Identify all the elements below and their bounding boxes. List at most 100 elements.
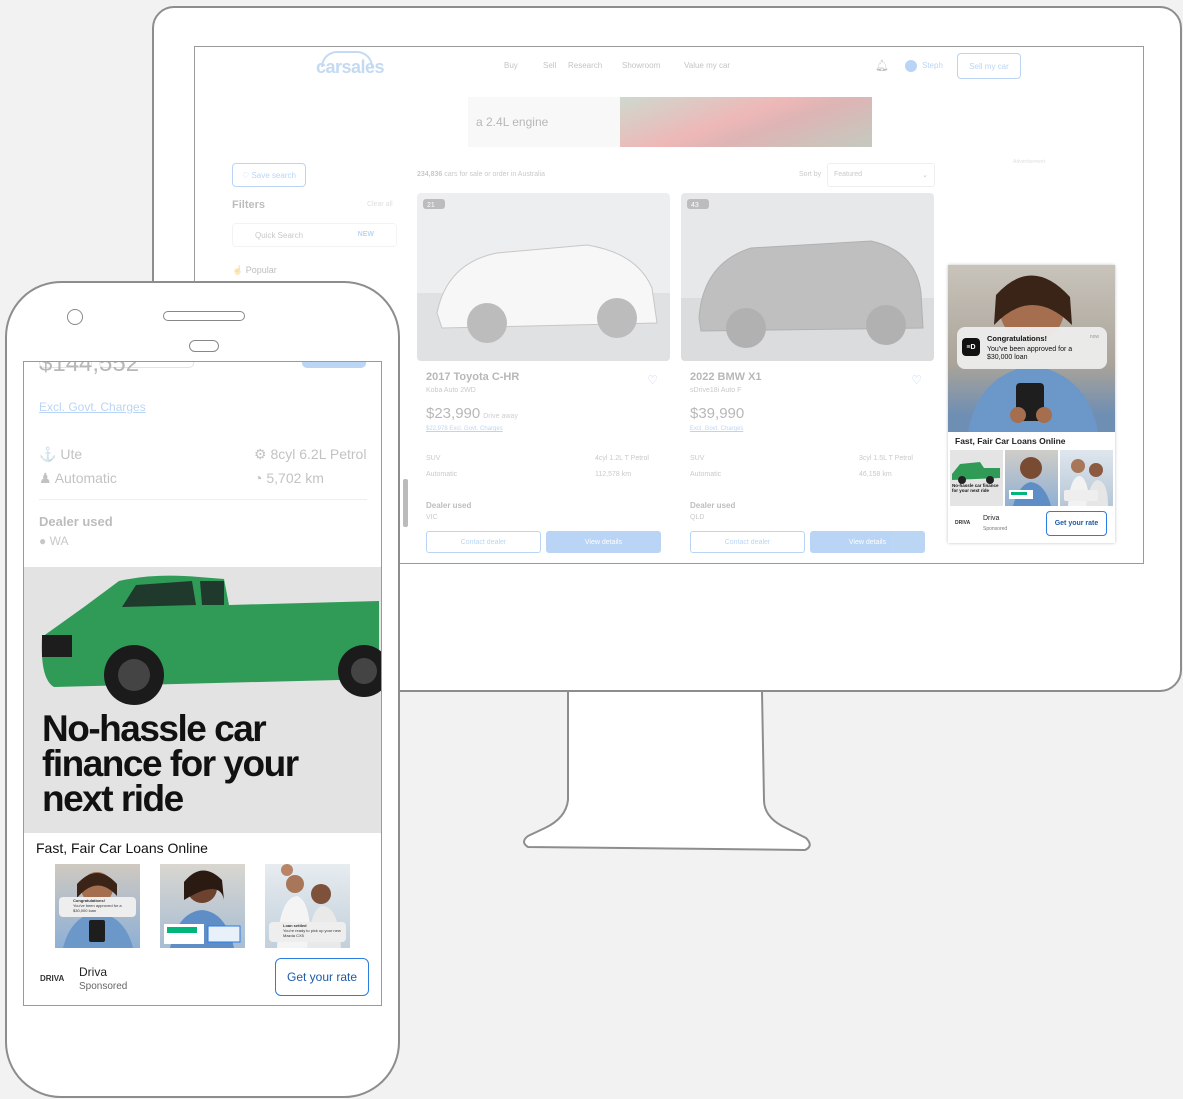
listing-subtitle: sDrive18i Auto F (690, 387, 742, 394)
user-name[interactable]: Steph (922, 61, 943, 70)
popular-filter-heading[interactable]: ☝ Popular (232, 265, 277, 276)
listing-title[interactable]: 2017 Toyota C-HR (426, 371, 519, 383)
nav-sell[interactable]: Sell (543, 61, 556, 70)
spec-transmission: ♟ Automatic (39, 470, 117, 487)
sell-my-car-button[interactable]: Sell my car (957, 53, 1021, 79)
listing-photo[interactable]: 43 (681, 193, 934, 361)
sensor (189, 340, 219, 352)
nav-value-my-car[interactable]: Value my car (684, 61, 730, 70)
sort-select[interactable]: Featured ⌄ (827, 163, 935, 187)
ad-thumb-family[interactable] (1060, 450, 1113, 506)
mini-notification: Congratulations! You've been approved for… (59, 897, 136, 917)
price-note: Drive away (483, 413, 518, 420)
spec-odometer-value: 5,702 km (266, 470, 324, 486)
spec-transmission: Automatic (690, 471, 722, 478)
mobile-listing-details: $144,552 Excl. Govt. Charges ⚓ Ute ⚙ 8cy… (24, 362, 381, 567)
save-search-label: Save search (251, 170, 296, 180)
notif-body: You've been approved for a $30,000 loan (987, 346, 1073, 362)
listing-price: $39,990 (690, 405, 744, 422)
speaker-grille (163, 311, 245, 321)
avatar[interactable] (905, 60, 917, 72)
spec-transmission-value: Automatic (54, 470, 117, 486)
listing-card[interactable]: 21 2017 Toyota C-HR ♡ Koba Auto 2WD $23,… (417, 193, 670, 563)
bell-icon[interactable]: 🔔︎ (875, 59, 889, 72)
listing-photo[interactable]: 21 (417, 193, 670, 361)
ad-title[interactable]: Fast, Fair Car Loans Online (36, 840, 208, 856)
driva-logo: DRIVA (40, 974, 65, 983)
sort-value: Featured (834, 171, 863, 178)
ad-thumb-car[interactable]: No-hassle car finance for your next ride (950, 450, 1003, 506)
spec-engine: ⚙ 8cyl 6.2L Petrol (254, 446, 366, 463)
approval-notification: ≡D Congratulations! now You've been appr… (957, 327, 1107, 369)
gearbox-icon: ♟ (39, 470, 52, 486)
spec-engine: 4cyl 1.2L T Petrol (595, 455, 649, 462)
save-search-button[interactable]: ♡ Save search (232, 163, 306, 187)
heart-icon[interactable]: ♡ (911, 373, 922, 387)
mobile-screen: $144,552 Excl. Govt. Charges ⚓ Ute ⚙ 8cy… (23, 361, 382, 1006)
sort-label: Sort by (799, 171, 822, 178)
results-number: 234,836 (417, 171, 443, 178)
spec-engine: 3cyl 1.5L T Petrol (859, 455, 913, 462)
excl-charges-link[interactable]: Excl. Govt. Charges (39, 400, 146, 414)
excl-charges-link[interactable]: Excl. Govt. Charges (690, 426, 743, 432)
contact-dealer-button[interactable]: Contact dealer (426, 531, 541, 553)
ad-thumb-reviews[interactable] (160, 864, 245, 948)
listing-title[interactable]: 2022 BMW X1 (690, 371, 762, 383)
carsales-logo[interactable]: carsales (316, 57, 385, 78)
quick-search-input[interactable]: Quick Search NEW (232, 223, 397, 247)
excl-charges-link[interactable]: $22,978 Excl. Govt. Charges (426, 426, 503, 432)
get-your-rate-button[interactable]: Get your rate (1046, 511, 1107, 536)
driva-ad-desktop[interactable]: ≡D Congratulations! now You've been appr… (948, 265, 1115, 543)
listing-state: VIC (426, 514, 438, 521)
action-pill[interactable] (302, 362, 366, 368)
notif-time: now (1089, 334, 1099, 340)
driva-app-icon: ≡D (962, 338, 980, 356)
spec-engine-value: 8cyl 6.2L Petrol (270, 446, 367, 462)
get-your-rate-button[interactable]: Get your rate (275, 958, 369, 996)
sponsored-label: Sponsored (983, 526, 1008, 532)
listing-card[interactable]: 43 2022 BMW X1 ♡ sDrive18i Auto F $39,99… (681, 193, 934, 563)
top-banner-ad[interactable]: a 2.4L engine (468, 97, 872, 147)
advertiser-name[interactable]: Driva (983, 515, 999, 522)
spec-body: ⚓ Ute (39, 446, 82, 463)
sponsored-label: Sponsored (79, 981, 128, 992)
price-value: $23,990 (426, 405, 481, 422)
price-value: $39,990 (690, 405, 745, 422)
mini-notif-body: You're ready to pick up your new Mazda C… (283, 927, 341, 938)
ad-thumb-approval[interactable]: Congratulations! You've been approved for… (55, 864, 140, 948)
ad-photo[interactable]: ≡D Congratulations! now You've been appr… (948, 265, 1115, 432)
location-pin-icon: ● (39, 534, 47, 548)
spec-odometer: 46,158 km (859, 471, 892, 478)
advertiser-name[interactable]: Driva (79, 965, 107, 979)
spec-transmission: Automatic (426, 471, 458, 478)
contact-dealer-button[interactable]: Contact dealer (690, 531, 805, 553)
ad-title[interactable]: Fast, Fair Car Loans Online (955, 436, 1066, 446)
odometer-icon: ◔ (254, 470, 263, 486)
view-details-button[interactable]: View details (810, 531, 925, 553)
ad-hero-image[interactable]: No-hassle car finance for your next ride (24, 567, 381, 833)
view-details-button[interactable]: View details (546, 531, 661, 553)
results-text: cars for sale or order in Australia (444, 171, 546, 178)
listing-subtitle: Koba Auto 2WD (426, 387, 476, 394)
ad-thumb-woman[interactable] (1005, 450, 1058, 506)
nav-showroom[interactable]: Showroom (622, 61, 660, 70)
ad-thumb-loan-settled[interactable]: Loan settled You're ready to pick up your… (265, 864, 350, 948)
spec-body: SUV (690, 455, 705, 462)
seller-type: Dealer used (426, 501, 472, 510)
heart-icon[interactable]: ♡ (647, 373, 658, 387)
mini-notif-body: You've been approved for a $30,000 loan (73, 902, 122, 913)
mini-notification: Loan settled You're ready to pick up your… (269, 922, 346, 942)
spec-odometer: 112,578 km (595, 471, 632, 478)
seller-type: Dealer used (39, 514, 113, 529)
new-badge: NEW (357, 231, 374, 238)
clear-all-link[interactable]: Clear all (367, 201, 393, 208)
listing-state: QLD (690, 514, 705, 521)
seller-type: Dealer used (690, 501, 736, 510)
nav-research[interactable]: Research (568, 61, 602, 70)
nav-buy[interactable]: Buy (504, 61, 518, 70)
listing-state-value: WA (49, 534, 69, 548)
results-count: 234,836 cars for sale or order in Austra… (417, 171, 545, 178)
notif-title: Congratulations! (987, 334, 1047, 343)
banner-car-image (620, 97, 872, 147)
ad-headline: No-hassle car finance for your next ride (42, 708, 299, 820)
